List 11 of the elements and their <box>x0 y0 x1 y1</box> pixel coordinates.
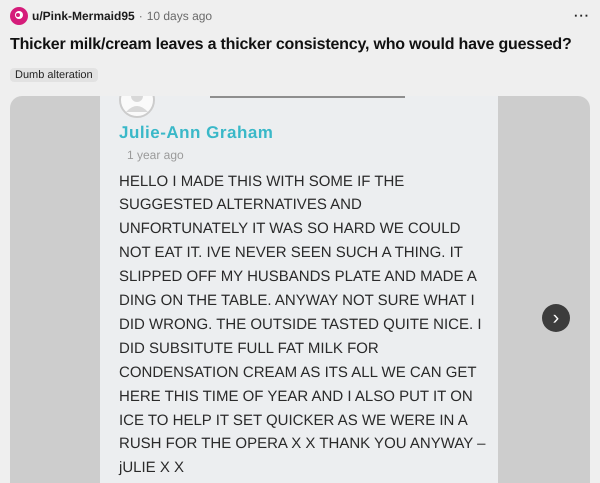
comment-text: HELLO I MADE THIS WITH SOME IF THE SUGGESTED ALTERNATIVES AND UNFORTUNATELY IT WAS SO HARD WE COULD NOT EAT IT. IVE NEVER SEEN SUCH A THING. IT SLIPPED OFF MY HUSBANDS PLATE AND MADE A DING ON THE TABLE. ANYWAY NOT SURE WHAT I DID WRONG. THE OUTSIDE TASTED QUITE NICE. I DID SUBSITUTE FULL FAT MILK FOR CONDENSATION CREAM AS ITS ALL WE CAN GET HERE THIS TIME OF YEAR AND I ALSO PUT IT ON ICE TO HELP IT SET QUICKER AS WE WERE IN A RUSH FOR THE OPERA X X THANK YOU ANYWAY – jULIE X X <box>119 172 486 478</box>
comment-time: 1 year ago <box>127 146 185 164</box>
next-image-button[interactable]: › <box>542 304 570 332</box>
post-flair[interactable]: Dumb alteration <box>10 68 98 82</box>
post-title[interactable]: Thicker milk/cream leaves a thicker consistency, who would have guessed? <box>10 34 590 56</box>
avatar-icon[interactable] <box>10 7 28 25</box>
separator: · <box>138 8 143 25</box>
more-options-button[interactable]: ··· <box>574 6 590 26</box>
post-time: 10 days ago <box>146 8 212 25</box>
commenter-name: Julie-Ann Graham <box>119 122 274 144</box>
username[interactable]: u/Pink-Mermaid95 <box>32 7 135 25</box>
